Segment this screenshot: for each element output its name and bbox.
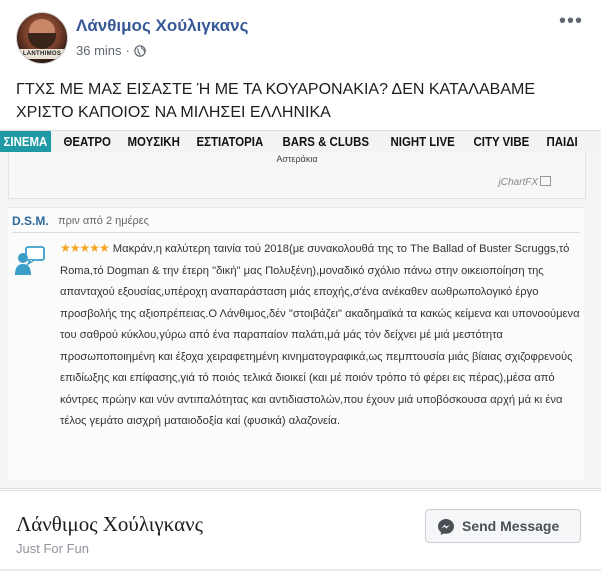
nav-tab-night-live: NIGHT LIVE [387, 131, 458, 152]
shared-screenshot: ΣΙΝΕΜΑ ΘΕΑΤΡΟ ΜΟΥΣΙΚΗ ΕΣΤΙΑΤΟΡΙΑ BARS & CLUB… [0, 130, 601, 489]
post-author-name[interactable]: Λάνθιμος Χούλιγκανς [76, 16, 248, 36]
more-options-button[interactable]: ••• [559, 11, 583, 32]
meta-separator: · [125, 43, 130, 58]
review-author: D.S.M. [12, 214, 49, 228]
review-time: πριν από 2 ημέρες [58, 215, 149, 227]
globe-icon [134, 45, 146, 60]
nav-tab-bars-clubs: BARS & CLUBS [279, 131, 372, 152]
chart-axis-label: Αστεράκια [276, 154, 318, 164]
review-stars: ★★★★★ [60, 241, 110, 255]
post-meta: 36 mins · [76, 43, 146, 60]
review-divider [12, 232, 580, 233]
post-timestamp[interactable]: 36 mins [76, 43, 122, 58]
author-avatar[interactable]: LANTHIMOS [16, 12, 68, 64]
post-text: ΓΤΧΣ ΜΕ ΜΑΣ ΕΙΣΑΣΤΕ Ή ΜΕ ΤΑ ΚΟΥΑΡΟΝΑΚΙΑ?… [16, 81, 535, 121]
nav-tab-theatre: ΘΕΑΤΡΟ [60, 131, 114, 152]
site-nav-bar: ΣΙΝΕΜΑ ΘΕΑΤΡΟ ΜΟΥΣΙΚΗ ΕΣΤΙΑΤΟΡΙΑ BARS & CLUB… [0, 131, 601, 152]
nav-tab-kids: ΠΑΙΔΙ [543, 131, 581, 152]
avatar-beard [28, 33, 56, 49]
send-message-label: Send Message [462, 518, 560, 534]
review-body: ★★★★★ Μακράν,η καλύτερη ταινία τού 2018(μ… [60, 238, 582, 433]
nav-tab-city-vibe: CITY VIBE [470, 131, 533, 152]
review-text: Μακράν,η καλύτερη ταινία τού 2018(με συν… [60, 243, 580, 427]
nav-tab-cinema: ΣΙΝΕΜΑ [0, 131, 51, 152]
page-name[interactable]: Λάνθιμος Χούλιγκανς [16, 512, 203, 537]
user-speech-icon [15, 246, 45, 275]
user-review: D.S.M. πριν από 2 ημέρες ★★★★★ Μακράν,η κ… [8, 207, 584, 480]
nav-tab-music: ΜΟΥΣΙΚΗ [124, 131, 183, 152]
chart-brand-text: jChartFX [498, 177, 538, 188]
footer-divider [0, 490, 601, 491]
nav-tab-restaurants: ΕΣΤΙΑΤΟΡΙΑ [193, 131, 267, 152]
chart-brand: jChartFX [499, 176, 551, 188]
chart-brand-icon [540, 176, 551, 186]
post-header: LANTHIMOS Λάνθιμος Χούλιγκανς 36 mins · •… [16, 10, 585, 64]
page-category: Just For Fun [16, 541, 89, 556]
avatar-band-text: LANTHIMOS [17, 49, 67, 59]
messenger-icon [438, 519, 454, 535]
rating-chart-panel: Αστεράκια jChartFX [8, 152, 586, 199]
send-message-button[interactable]: Send Message [425, 509, 581, 543]
